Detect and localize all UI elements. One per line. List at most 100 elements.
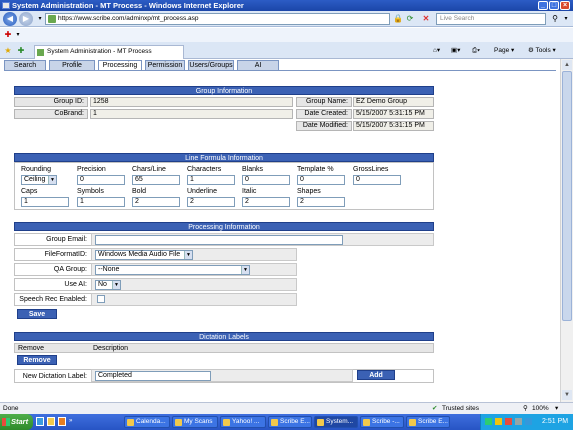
taskbar-item-label: My Scans (184, 418, 213, 425)
taskbar-item-scribe-1[interactable]: Scribe E... (268, 416, 312, 428)
lock-icon[interactable]: 🔒 (392, 13, 404, 25)
back-button[interactable]: ◀ (3, 12, 17, 26)
home-icon[interactable]: ⌂▾ (433, 46, 440, 56)
characters-label: Characters (187, 166, 222, 173)
symbols-label: Symbols (77, 188, 104, 195)
precision-input[interactable]: 0 (77, 175, 125, 185)
tray-volume-icon[interactable] (515, 418, 522, 425)
page-menu-label: Page (494, 47, 510, 54)
search-input[interactable]: Live Search (436, 13, 546, 25)
maximize-button[interactable]: □ (549, 1, 559, 10)
line-formula-panel: Rounding Ceiling ▼ Precision 0 Chars/Lin… (14, 162, 434, 210)
qa-group-label: QA Group: (53, 266, 87, 273)
caps-label: Caps (21, 188, 38, 195)
symbols-input[interactable]: 1 (77, 197, 125, 207)
tools-menu[interactable]: ⚙ Tools ▾ (528, 46, 556, 56)
links-dropdown-icon[interactable]: ▾ (12, 29, 24, 41)
vertical-scrollbar[interactable]: ▲ ▼ (560, 59, 573, 402)
taskbar-item-label: Scribe E... (418, 418, 448, 425)
bold-input[interactable]: 2 (132, 197, 180, 207)
taskbar-item-label: Scribe -... (372, 418, 400, 425)
processing-info-header: Processing Information (14, 222, 434, 231)
ie-icon (271, 419, 278, 426)
chevron-down-icon: ▼ (112, 281, 120, 289)
outlook-quicklaunch-icon[interactable] (47, 417, 55, 426)
browser-tab[interactable]: System Administration - MT Process (34, 45, 184, 59)
start-label: Start (11, 417, 29, 426)
page-menu[interactable]: Page ▾ (494, 46, 514, 56)
scrollbar-thumb[interactable] (562, 71, 572, 321)
col-remove-header: Remove (18, 345, 45, 352)
minimize-button[interactable]: _ (538, 1, 548, 10)
folder-icon (175, 419, 182, 426)
close-window-button[interactable]: × (560, 1, 570, 10)
tab-search[interactable]: Search (4, 60, 46, 70)
status-bar: Done ✔ Trusted sites ⚲ 100% ▾ (0, 402, 573, 414)
tray-app-icon[interactable] (495, 418, 502, 425)
chars-line-input[interactable]: 65 (132, 175, 180, 185)
favorites-star-icon[interactable]: ★ (2, 45, 14, 57)
app-quicklaunch-icon[interactable] (58, 417, 66, 426)
tab-processing[interactable]: Processing (98, 60, 142, 70)
scroll-down-icon[interactable]: ▼ (562, 390, 572, 400)
scroll-up-icon[interactable]: ▲ (562, 60, 572, 70)
taskbar-item-system[interactable]: System... (314, 416, 358, 428)
add-button[interactable]: Add (357, 370, 395, 380)
taskbar-item-calendar[interactable]: Calenda... (124, 416, 170, 428)
print-icon[interactable]: ⎙▾ (472, 46, 480, 56)
use-ai-cell (91, 278, 297, 291)
rounding-select[interactable]: Ceiling ▼ (21, 175, 57, 185)
file-format-select[interactable]: Windows Media Audio File ▼ (95, 250, 193, 260)
shapes-input[interactable]: 2 (297, 197, 345, 207)
template-input[interactable]: 0 (297, 175, 345, 185)
tab-site-icon (37, 49, 44, 56)
caps-input[interactable]: 1 (21, 197, 69, 207)
qa-group-select[interactable]: --None ▼ (95, 265, 250, 275)
speech-rec-checkbox[interactable] (97, 295, 105, 303)
forward-button[interactable]: ▶ (19, 12, 33, 26)
clock[interactable]: 2:51 PM (542, 414, 568, 430)
new-dictation-input[interactable]: Completed (95, 371, 211, 381)
stop-icon[interactable]: ✕ (420, 13, 432, 25)
tab-permission[interactable]: Permission (145, 60, 185, 70)
tray-security-icon[interactable] (505, 418, 512, 425)
tab-ai[interactable]: AI (237, 60, 279, 70)
feeds-icon[interactable]: ▣▾ (451, 46, 460, 56)
grosslines-label: GrossLines (353, 166, 389, 173)
url-field[interactable]: https://www.scribe.com/adminxp/mt_proces… (45, 13, 390, 25)
start-button[interactable]: Start (0, 414, 33, 430)
use-ai-select[interactable]: No ▼ (95, 280, 121, 290)
date-created-label: Date Created: (296, 109, 352, 119)
grosslines-input[interactable]: 0 (353, 175, 401, 185)
zoom-icon[interactable]: ⚲ (523, 403, 528, 414)
tray-network-icon[interactable] (485, 418, 492, 425)
taskbar-item-scribe-2[interactable]: Scribe -... (360, 416, 404, 428)
add-favorite-icon[interactable]: ✚ (15, 45, 27, 57)
italic-input[interactable]: 2 (242, 197, 290, 207)
search-options-icon[interactable]: ▾ (560, 13, 572, 25)
precision-label: Precision (77, 166, 106, 173)
chevron-down-icon: ▼ (184, 251, 192, 259)
taskbar-item-yahoo[interactable]: Yahoo! ... (220, 416, 266, 428)
group-id-value: 1258 (90, 97, 293, 107)
cobrand-label: CoBrand: (14, 109, 88, 119)
taskbar-item-my-scans[interactable]: My Scans (172, 416, 218, 428)
characters-input[interactable]: 1 (187, 175, 235, 185)
refresh-icon[interactable]: ⟳ (404, 13, 416, 25)
blanks-input[interactable]: 0 (242, 175, 290, 185)
group-email-input[interactable] (95, 235, 343, 245)
remove-button[interactable]: Remove (17, 355, 57, 365)
group-name-value: EZ Demo Group (353, 97, 434, 107)
underline-input[interactable]: 2 (187, 197, 235, 207)
chevron-down-icon: ▼ (241, 266, 249, 274)
zoom-level[interactable]: 100% (532, 403, 549, 414)
windows-logo-icon (2, 418, 10, 426)
tab-profile[interactable]: Profile (49, 60, 95, 70)
quicklaunch-more-icon[interactable]: » (69, 418, 75, 426)
tray-display-icon[interactable] (525, 418, 532, 425)
save-button[interactable]: Save (17, 309, 57, 319)
zoom-dropdown-icon[interactable]: ▾ (555, 403, 558, 414)
ie-quicklaunch-icon[interactable] (36, 417, 44, 426)
tab-users-groups[interactable]: Users/Groups (188, 60, 234, 70)
taskbar-item-scribe-3[interactable]: Scribe E... (406, 416, 450, 428)
